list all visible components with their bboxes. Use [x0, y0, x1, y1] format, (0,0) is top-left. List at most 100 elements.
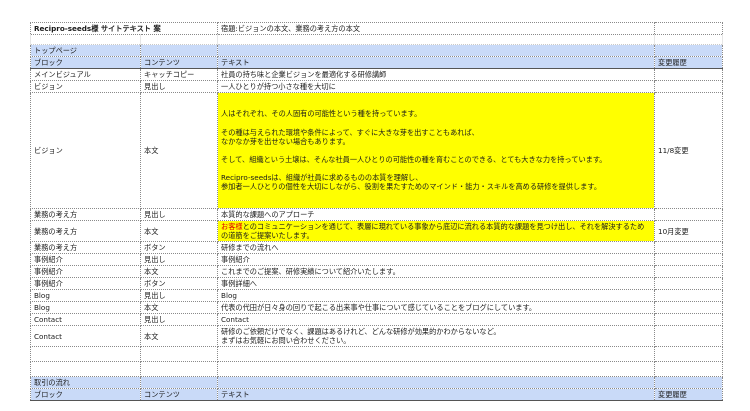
content-cell[interactable]: ボタン — [139, 241, 219, 254]
column-header-content[interactable]: コンテンツ — [139, 56, 219, 69]
text-cell[interactable]: 社員の持ち味と企業ビジョンを最適化する研修講師 — [217, 68, 656, 81]
text-cell[interactable]: 事例詳細へ — [217, 277, 656, 290]
content-cell[interactable]: 見出し — [139, 313, 219, 326]
empty-cell[interactable] — [654, 376, 724, 389]
block-cell[interactable]: 事例紹介 — [30, 253, 141, 266]
history-cell[interactable] — [654, 301, 724, 314]
empty-cell[interactable] — [217, 44, 656, 57]
column-header-block[interactable]: ブロック — [30, 388, 141, 401]
table-row: 事例紹介 見出し 事例紹介 — [30, 253, 724, 266]
task-cell[interactable]: 宿題:ビジョンの本文、業務の考え方の本文 — [217, 22, 656, 35]
history-cell[interactable] — [654, 265, 724, 278]
history-cell[interactable] — [654, 289, 724, 302]
content-cell[interactable]: 見出し — [139, 80, 219, 93]
vision-line: 人はそれぞれ、その人固有の可能性という種を持っています。 — [221, 109, 422, 119]
table-row: 業務の考え方 見出し 本質的な課題へのアプローチ — [30, 208, 724, 221]
spreadsheet: Recipro-seeds様 サイトテキスト 案 宿題:ビジョンの本文、業務の考… — [29, 22, 724, 401]
section-title[interactable]: 取引の流れ — [30, 376, 141, 389]
empty-cell[interactable] — [654, 22, 724, 35]
text-cell[interactable]: 研修までの流れへ — [217, 241, 656, 254]
text-cell[interactable]: 事例紹介 — [217, 253, 656, 266]
empty-cell[interactable] — [139, 361, 219, 377]
content-cell[interactable]: 見出し — [139, 253, 219, 266]
vision-line: その種は与えられた環境や条件によって、すぐに大きな芽を出すこともあれば、 — [221, 127, 479, 137]
empty-cell[interactable] — [654, 346, 724, 362]
content-cell[interactable]: 見出し — [139, 289, 219, 302]
empty-cell[interactable] — [30, 34, 141, 45]
block-cell[interactable]: メインビジュアル — [30, 68, 141, 81]
block-cell[interactable]: 事例紹介 — [30, 265, 141, 278]
block-cell[interactable]: 業務の考え方 — [30, 220, 141, 242]
history-cell[interactable] — [654, 68, 724, 81]
content-cell[interactable]: 本文 — [139, 92, 219, 209]
history-cell[interactable] — [654, 208, 724, 221]
content-cell[interactable]: 本文 — [139, 220, 219, 242]
column-header-history[interactable]: 変更履歴 — [654, 388, 724, 401]
empty-cell[interactable] — [139, 44, 219, 57]
block-cell[interactable]: Blog — [30, 289, 141, 302]
block-cell[interactable]: 事例紹介 — [30, 277, 141, 290]
table-row: 業務の考え方 本文 お客様とのコミュニケーションを通じて、表層に現れている事象か… — [30, 220, 724, 242]
block-cell[interactable]: ビジョン — [30, 80, 141, 93]
empty-cell[interactable] — [139, 346, 219, 362]
column-header-history[interactable]: 変更履歴 — [654, 56, 724, 69]
vision-line — [221, 164, 651, 173]
empty-cell[interactable] — [30, 361, 141, 377]
block-cell[interactable]: ビジョン — [30, 92, 141, 209]
empty-cell[interactable] — [217, 376, 656, 389]
empty-cell[interactable] — [654, 34, 724, 45]
text-cell[interactable]: 一人ひとりが持つ小さな種を大切に — [217, 80, 656, 93]
text-cell[interactable]: Contact — [217, 313, 656, 326]
content-cell[interactable]: 本文 — [139, 301, 219, 314]
column-header-text[interactable]: テキスト — [217, 388, 656, 401]
text-cell[interactable]: Blog — [217, 289, 656, 302]
history-cell[interactable] — [654, 241, 724, 254]
history-cell[interactable]: 11/8変更 — [654, 92, 724, 209]
column-header-block[interactable]: ブロック — [30, 56, 141, 69]
approach-text-cell[interactable]: お客様とのコミュニケーションを通じて、表層に現れている事象から底辺に流れる本質的… — [217, 220, 656, 242]
content-cell[interactable]: ボタン — [139, 277, 219, 290]
empty-cell[interactable] — [654, 361, 724, 377]
approach-text: とのコミュニケーションを通じて、表層に現れている事象から底辺に流れる本質的な課題… — [221, 222, 645, 240]
content-cell[interactable]: 本文 — [139, 325, 219, 347]
block-cell[interactable]: 業務の考え方 — [30, 208, 141, 221]
text-cell[interactable]: これまでのご提案、研修実績について紹介いたします。 — [217, 265, 656, 278]
empty-cell[interactable] — [217, 361, 656, 377]
empty-cell[interactable] — [139, 34, 219, 45]
content-cell[interactable]: キャッチコピー — [139, 68, 219, 81]
history-cell[interactable] — [654, 313, 724, 326]
empty-cell[interactable] — [139, 376, 219, 389]
block-cell[interactable]: 業務の考え方 — [30, 241, 141, 254]
empty-cell[interactable] — [217, 34, 656, 45]
section-title[interactable]: トップページ — [30, 44, 141, 57]
history-cell[interactable]: 10月変更 — [654, 220, 724, 242]
history-cell[interactable] — [654, 80, 724, 93]
table-row: Blog 本文 代表の代田が日々身の回りで起こる出来事や仕事について感じているこ… — [30, 301, 724, 314]
text-cell[interactable]: 代表の代田が日々身の回りで起こる出来事や仕事について感じていることをブログにして… — [217, 301, 656, 314]
table-row: 事例紹介 本文 これまでのご提案、研修実績について紹介いたします。 — [30, 265, 724, 278]
contact-line: まずはお気軽にお問い合わせください。 — [221, 336, 351, 345]
empty-cell[interactable] — [30, 346, 141, 362]
empty-cell[interactable] — [654, 44, 724, 57]
text-cell[interactable]: 本質的な課題へのアプローチ — [217, 208, 656, 221]
client-title-cell[interactable]: Recipro-seeds様 サイトテキスト 案 — [29, 22, 219, 35]
history-cell[interactable] — [654, 253, 724, 266]
contact-text-cell[interactable]: 研修のご依頼だけでなく、課題はあるけれど、どんな研修が効果的かわからないなど。ま… — [217, 325, 656, 347]
column-header-content[interactable]: コンテンツ — [139, 388, 219, 401]
content-cell[interactable]: 本文 — [139, 265, 219, 278]
table-row: ビジョン 見出し 一人ひとりが持つ小さな種を大切に — [30, 80, 724, 93]
table-row: 業務の考え方 ボタン 研修までの流れへ — [30, 241, 724, 254]
block-cell[interactable]: Contact — [30, 313, 141, 326]
history-cell[interactable] — [654, 325, 724, 347]
title-row: Recipro-seeds様 サイトテキスト 案 宿題:ビジョンの本文、業務の考… — [29, 22, 724, 35]
content-cell[interactable]: 見出し — [139, 208, 219, 221]
table-row: 事例紹介 ボタン 事例詳細へ — [30, 277, 724, 290]
column-header-text[interactable]: テキスト — [217, 56, 656, 69]
history-cell[interactable] — [654, 277, 724, 290]
block-cell[interactable]: Contact — [30, 325, 141, 347]
empty-cell[interactable] — [217, 346, 656, 362]
block-cell[interactable]: Blog — [30, 301, 141, 314]
vision-text-cell[interactable]: 人はそれぞれ、その人固有の可能性という種を持っています。 その種は与えられた環境… — [217, 92, 656, 209]
vision-line: そして、組織という土壌は、そんな社員一人ひとりの可能性の種を育むことのできる、と… — [221, 155, 607, 164]
vision-line — [221, 146, 651, 155]
